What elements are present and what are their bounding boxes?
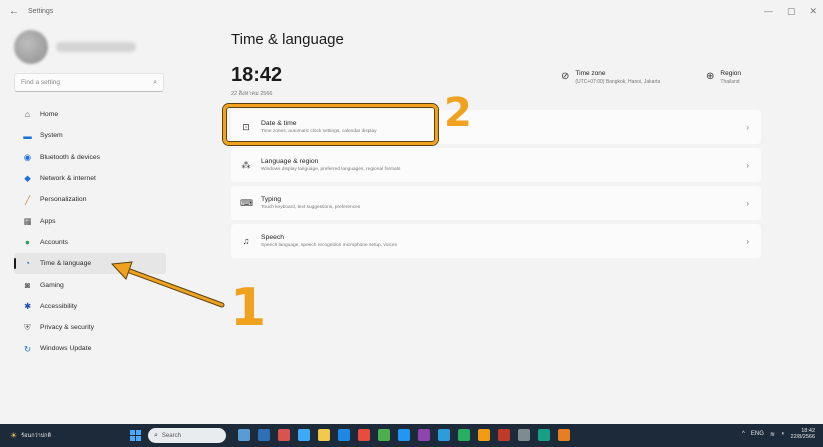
start-button[interactable] <box>130 430 141 441</box>
taskbar-app-icon[interactable] <box>258 429 270 441</box>
sun-icon: ☀ <box>10 431 18 440</box>
tray-lang[interactable]: ENG <box>751 431 764 437</box>
taskbar: ☀ ร้อนกว่าปกติ ⌕ Search ^ ENG ≋ ◖ 18:42 … <box>0 424 823 447</box>
arrow-shaft <box>125 268 224 307</box>
step-1-arrow <box>110 261 225 308</box>
search-icon: ⌕ <box>154 431 158 439</box>
pinned-apps <box>238 429 570 441</box>
taskbar-app-icon[interactable] <box>278 429 290 441</box>
taskbar-app-icon[interactable] <box>338 429 350 441</box>
chevron-up-icon[interactable]: ^ <box>742 431 745 437</box>
tray-clock[interactable]: 18:42 22/8/2566 <box>791 428 815 441</box>
taskbar-app-icon[interactable] <box>318 429 330 441</box>
taskbar-search-placeholder: Search <box>161 432 181 439</box>
volume-icon[interactable]: ◖ <box>781 431 785 437</box>
taskbar-search[interactable]: ⌕ Search <box>148 428 226 443</box>
taskbar-app-icon[interactable] <box>518 429 530 441</box>
taskbar-app-icon[interactable] <box>238 429 250 441</box>
weather-widget[interactable]: ☀ ร้อนกว่าปกติ <box>10 431 51 440</box>
taskbar-app-icon[interactable] <box>498 429 510 441</box>
taskbar-app-icon[interactable] <box>378 429 390 441</box>
taskbar-app-icon[interactable] <box>418 429 430 441</box>
taskbar-app-icon[interactable] <box>438 429 450 441</box>
taskbar-app-icon[interactable] <box>298 429 310 441</box>
taskbar-app-icon[interactable] <box>358 429 370 441</box>
taskbar-app-icon[interactable] <box>558 429 570 441</box>
taskbar-app-icon[interactable] <box>538 429 550 441</box>
taskbar-app-icon[interactable] <box>458 429 470 441</box>
taskbar-app-icon[interactable] <box>478 429 490 441</box>
taskbar-app-icon[interactable] <box>398 429 410 441</box>
arrow-head <box>110 261 133 280</box>
tray-date: 22/8/2566 <box>790 434 815 441</box>
system-tray: ^ ENG ≋ ◖ 18:42 22/8/2566 <box>742 428 815 441</box>
wifi-icon[interactable]: ≋ <box>770 431 775 438</box>
weather-text: ร้อนกว่าปกติ <box>21 432 52 439</box>
